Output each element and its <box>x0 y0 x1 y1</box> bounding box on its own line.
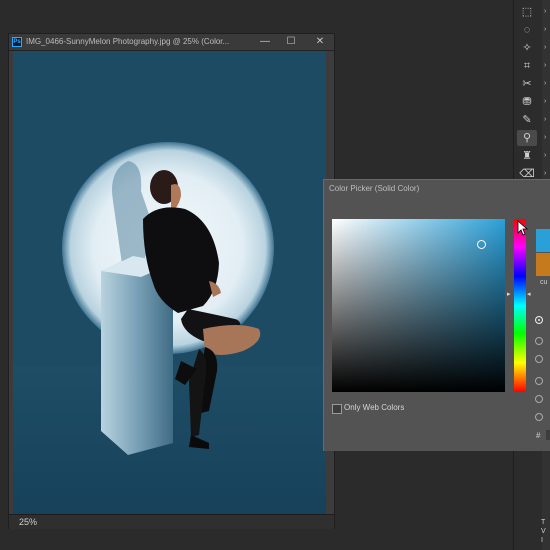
tool-chevron-icon[interactable]: › <box>544 133 550 143</box>
magic-wand-tool[interactable]: ✧ <box>517 40 537 56</box>
document-title[interactable]: IMG_0466-SunnyMelon Photography.jpg @ 25… <box>26 37 236 46</box>
hex-label: # <box>536 431 541 440</box>
hue-slider-right-arrow-icon: ◂ <box>527 291 531 298</box>
brush-tool[interactable]: ✎ <box>517 112 537 128</box>
image-canvas[interactable] <box>13 51 326 517</box>
edge-panel-text: T V I <box>541 519 546 544</box>
mode-radio-s[interactable] <box>535 337 543 345</box>
hue-slider-left-arrow-icon: ▸ <box>507 291 511 298</box>
document-tab-bar[interactable]: Ps IMG_0466-SunnyMelon Photography.jpg @… <box>9 34 334 51</box>
tool-chevron-icon[interactable]: › <box>544 25 550 35</box>
frame-tool[interactable]: ✂ <box>517 76 537 92</box>
tool-chevron-icon[interactable]: › <box>544 61 550 71</box>
status-bar: 25% <box>9 514 334 529</box>
maximize-button[interactable]: ☐ <box>284 35 298 49</box>
photo-image <box>13 51 326 517</box>
tool-chevron-icon[interactable]: › <box>544 115 550 125</box>
mode-radio-b2[interactable] <box>535 413 543 421</box>
tool-chevron-icon[interactable]: › <box>544 43 550 53</box>
mode-radio-g[interactable] <box>535 395 543 403</box>
new-color-swatch <box>536 229 550 252</box>
current-color-label: cu <box>540 279 548 286</box>
tool-chevron-icon[interactable]: › <box>544 97 550 107</box>
mode-radio-b[interactable] <box>535 355 543 363</box>
tool-chevron-icon[interactable]: › <box>544 79 550 89</box>
tool-chevron-icon[interactable]: › <box>544 7 550 17</box>
tool-chevron-icon[interactable]: › <box>544 169 550 179</box>
only-web-colors-label: Only Web Colors <box>344 403 405 412</box>
hue-slider[interactable] <box>514 219 526 392</box>
clone-stamp-tool[interactable]: ♜ <box>517 148 537 164</box>
current-color-swatch[interactable] <box>536 253 550 276</box>
hex-input[interactable] <box>546 430 550 440</box>
color-picker-dialog: Color Picker (Solid Color) ▸ ◂ cu Only W… <box>323 179 550 451</box>
lasso-tool[interactable]: ◌ <box>517 22 537 38</box>
tool-chevron-icon[interactable]: › <box>544 151 550 161</box>
mode-radio-r[interactable] <box>535 377 543 385</box>
only-web-colors-checkbox[interactable] <box>332 404 342 414</box>
rectangular-marquee-tool[interactable]: ⬚ <box>517 4 537 20</box>
mode-radio-h[interactable] <box>535 316 543 324</box>
minimize-button[interactable]: — <box>258 35 272 49</box>
dialog-title: Color Picker (Solid Color) <box>329 184 420 193</box>
eyedropper-tool[interactable]: ⚲ <box>517 130 537 146</box>
document-window: Ps IMG_0466-SunnyMelon Photography.jpg @… <box>8 33 335 529</box>
zoom-level[interactable]: 25% <box>19 517 37 527</box>
color-field-marker[interactable] <box>477 240 486 249</box>
color-field[interactable] <box>332 219 505 392</box>
3d-mesh-tool[interactable]: ⛃ <box>517 94 537 110</box>
close-button[interactable]: ✕ <box>313 35 327 49</box>
mouse-cursor-icon <box>517 220 529 236</box>
photoshop-file-icon: Ps <box>12 37 22 47</box>
crop-tool[interactable]: ⌗ <box>517 58 537 74</box>
